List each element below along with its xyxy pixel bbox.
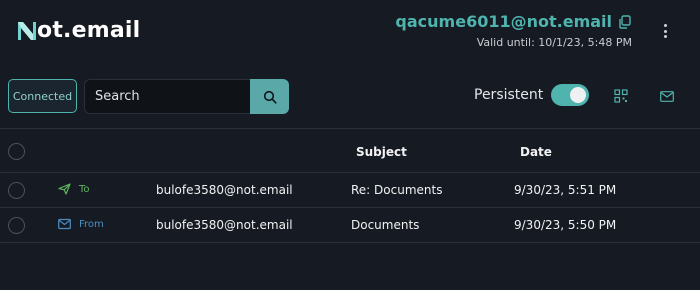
table-row[interactable]: From bulofe3580@not.email Documents 9/30… <box>0 207 700 242</box>
row-checkbox[interactable] <box>8 217 25 234</box>
valid-until-text: Valid until: 10/1/23, 5:48 PM <box>476 36 632 49</box>
row-address: bulofe3580@not.email <box>156 183 293 197</box>
row-address: bulofe3580@not.email <box>156 218 293 232</box>
toggle-knob <box>570 87 587 103</box>
toolbar-divider <box>0 128 700 129</box>
table-row[interactable]: To bulofe3580@not.email Re: Documents 9/… <box>0 172 700 207</box>
direction-label: From <box>79 218 104 230</box>
qr-code-icon[interactable] <box>614 89 628 103</box>
persistent-toggle[interactable] <box>551 84 590 106</box>
search-icon <box>263 90 277 104</box>
message-table: Subject Date To bulofe3580@not.email Re:… <box>0 134 700 243</box>
table-bottom-divider <box>0 242 700 243</box>
row-date: 9/30/23, 5:51 PM <box>514 183 617 197</box>
connected-button[interactable]: Connected <box>8 79 77 113</box>
column-header-date[interactable]: Date <box>520 145 552 159</box>
search-input[interactable] <box>84 79 250 114</box>
direction-from: From <box>58 218 104 230</box>
search-button[interactable] <box>250 79 289 114</box>
select-all-checkbox[interactable] <box>8 143 25 160</box>
account-info: qacume6011@not.email Valid until: 10/1/2… <box>395 12 632 49</box>
n-logo-mark-icon <box>18 22 36 40</box>
search-bar <box>84 79 289 114</box>
row-subject: Documents <box>351 218 420 232</box>
table-header-row: Subject Date <box>0 134 700 172</box>
copy-icon[interactable] <box>618 14 632 29</box>
persistent-label: Persistent <box>474 87 544 103</box>
kebab-menu-icon[interactable] <box>662 24 668 40</box>
app-logo[interactable]: ot.email <box>16 16 140 46</box>
column-header-subject[interactable]: Subject <box>356 145 407 159</box>
envelope-icon <box>58 218 71 230</box>
row-date: 9/30/23, 5:50 PM <box>514 218 617 232</box>
send-icon <box>58 183 71 195</box>
account-email[interactable]: qacume6011@not.email <box>395 12 612 31</box>
app-logo-text: ot.email <box>37 18 141 43</box>
persistent-control: Persistent <box>474 84 590 106</box>
direction-to: To <box>58 183 90 195</box>
row-subject: Re: Documents <box>351 183 443 197</box>
direction-label: To <box>79 183 90 195</box>
mail-icon[interactable] <box>660 91 674 102</box>
row-checkbox[interactable] <box>8 182 25 199</box>
